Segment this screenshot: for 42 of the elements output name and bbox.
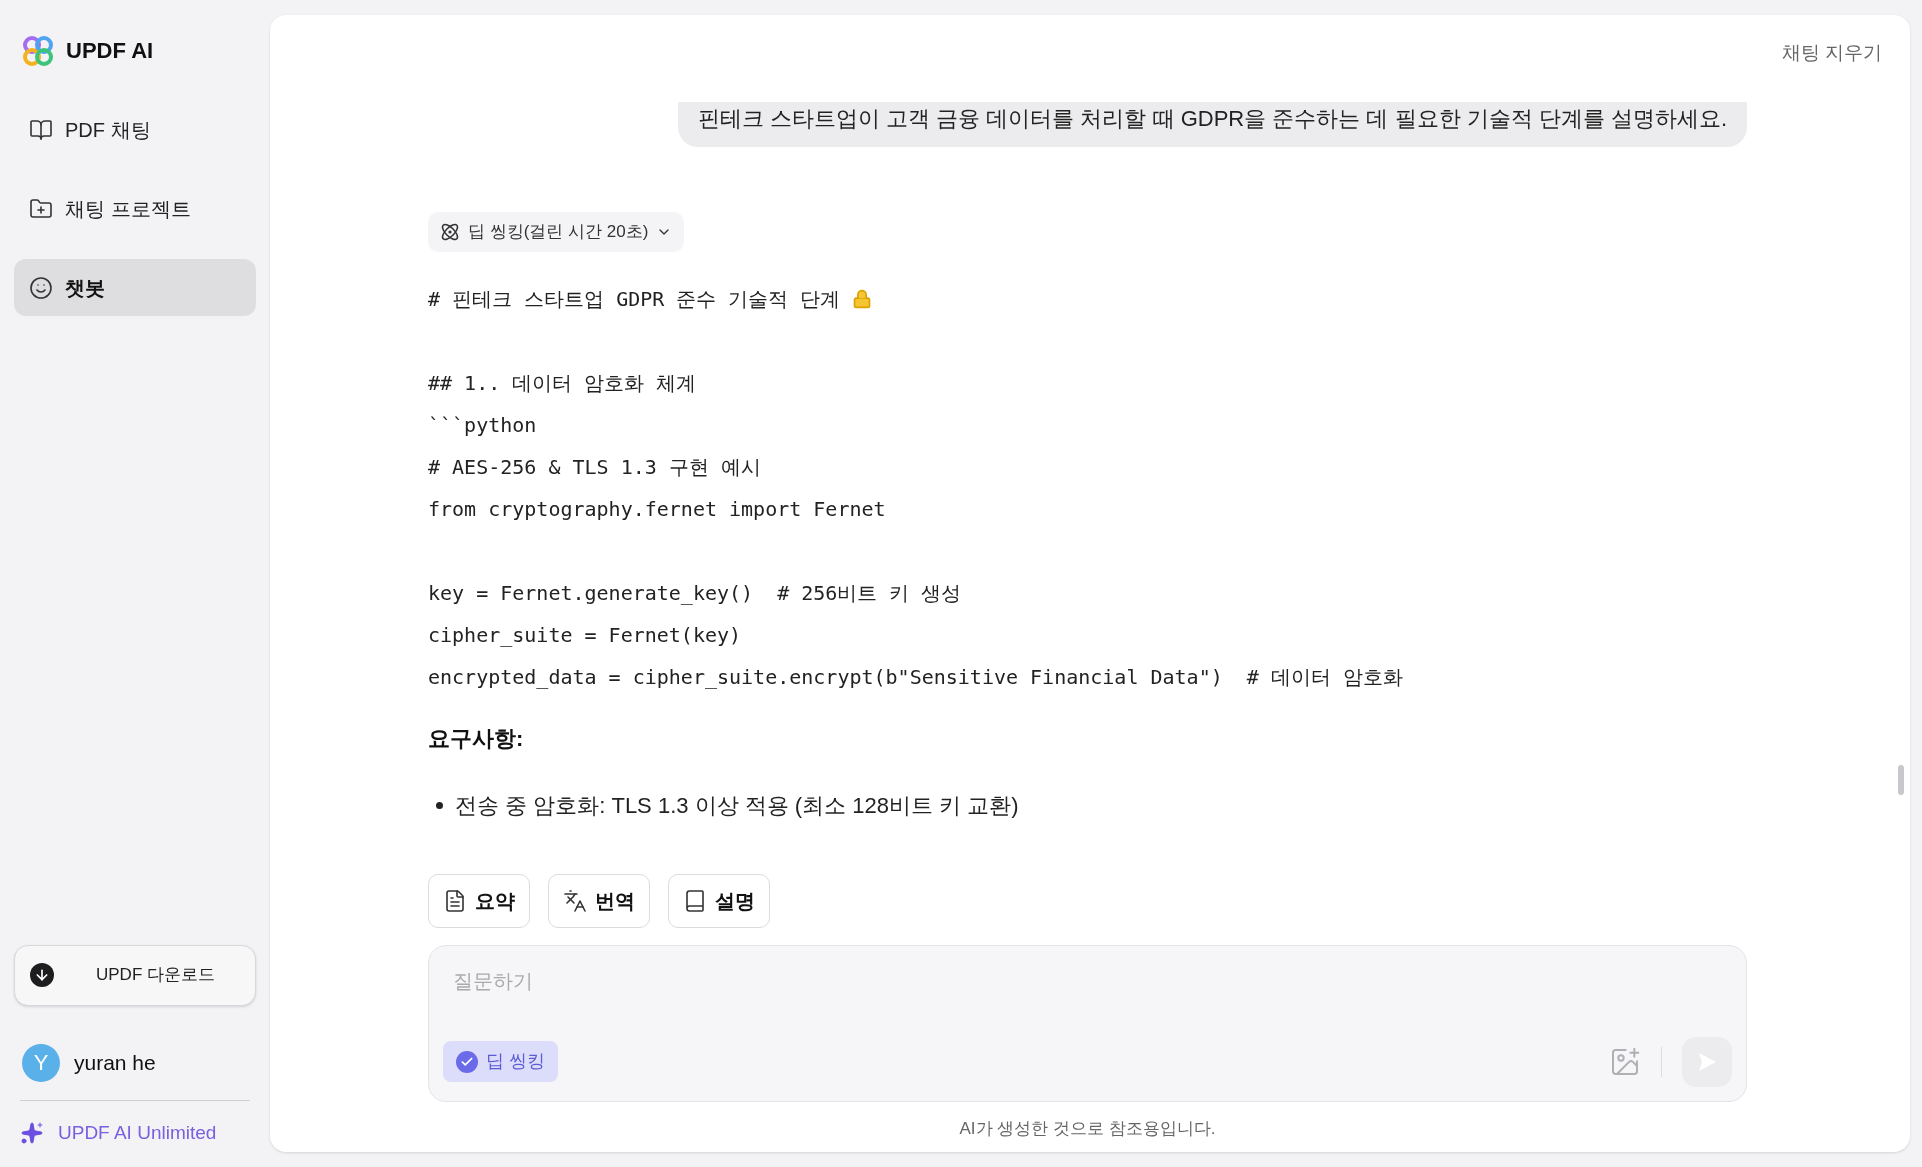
translate-icon [563, 888, 587, 913]
quick-action-button[interactable]: 설명 [668, 873, 770, 928]
nav-item[interactable]: 챗봇 [14, 259, 256, 316]
plan-link[interactable]: UPDF AI Unlimited [58, 1118, 217, 1147]
scrollbar-thumb [1898, 765, 1904, 795]
quick-action-button[interactable]: 번역 [548, 873, 650, 928]
code-line: ```python [428, 411, 537, 439]
download-icon [30, 963, 54, 987]
sparkle-icon [20, 1120, 44, 1145]
user-message: 핀테크 스타트업이 고객 금융 데이터를 처리할 때 GDPR을 준수하는 데 필요한 기술적 단계를 설명하세요. [677, 101, 1747, 147]
image-upload-icon[interactable] [1609, 1045, 1641, 1078]
code-line: # AES-256 & TLS 1.3 구현 예시 [428, 453, 761, 481]
book-icon [683, 888, 707, 913]
smiley-icon [29, 275, 53, 300]
bullet-icon [436, 801, 443, 809]
nav-item[interactable]: PDF 채팅 [14, 101, 256, 158]
quick-action-button[interactable]: 요약 [428, 873, 530, 928]
code-line: encrypted_data = cipher_suite.encrypt(b"Sensitive Financial Data") # 데이터 암호화 [428, 663, 1403, 691]
disclaimer: AI가 생성한 것으로 참조용입니다. [959, 1117, 1216, 1140]
clear-chat-button[interactable]: 채팅 지우기 [1781, 39, 1882, 68]
nav-item[interactable]: 채팅 프로젝트 [14, 180, 256, 237]
user-avatar: Y [22, 1043, 60, 1082]
deep-thinking-toggle[interactable]: 딥 씽킹 [443, 1041, 558, 1082]
code-line: cipher_suite = Fernet(key) [428, 621, 742, 649]
code-line: key = Fernet.generate_key() # 256비트 키 생성 [428, 579, 962, 607]
user-name: yuran he [74, 1049, 156, 1076]
code-line: # 핀테크 스타트업 GDPR 준수 기술적 단계 [428, 285, 841, 313]
book-icon [29, 117, 53, 142]
download-button[interactable]: UPDF 다운로드 [14, 944, 256, 1006]
lock-icon [852, 288, 873, 309]
atom-icon [440, 221, 460, 242]
code-line: from cryptography.fernet import Fernet [428, 495, 886, 523]
thinking-toggle[interactable]: 딥 씽킹(걸린 시간 20초) [428, 211, 685, 252]
requirements-heading: 요구사항: [428, 724, 525, 753]
folder-icon [29, 196, 53, 221]
document-icon [443, 888, 467, 913]
bullet-text: 전송 중 암호화: TLS 1.3 이상 적용 (최소 128비트 키 교환) [455, 791, 1019, 820]
check-icon [456, 1050, 478, 1073]
logo-icon [22, 34, 54, 67]
brand-name: UPDF AI [66, 37, 154, 65]
question-input[interactable]: 질문하기 딥 씽킹 [428, 944, 1747, 1102]
code-line: ## 1.. 데이터 암호화 체계 [428, 369, 697, 397]
